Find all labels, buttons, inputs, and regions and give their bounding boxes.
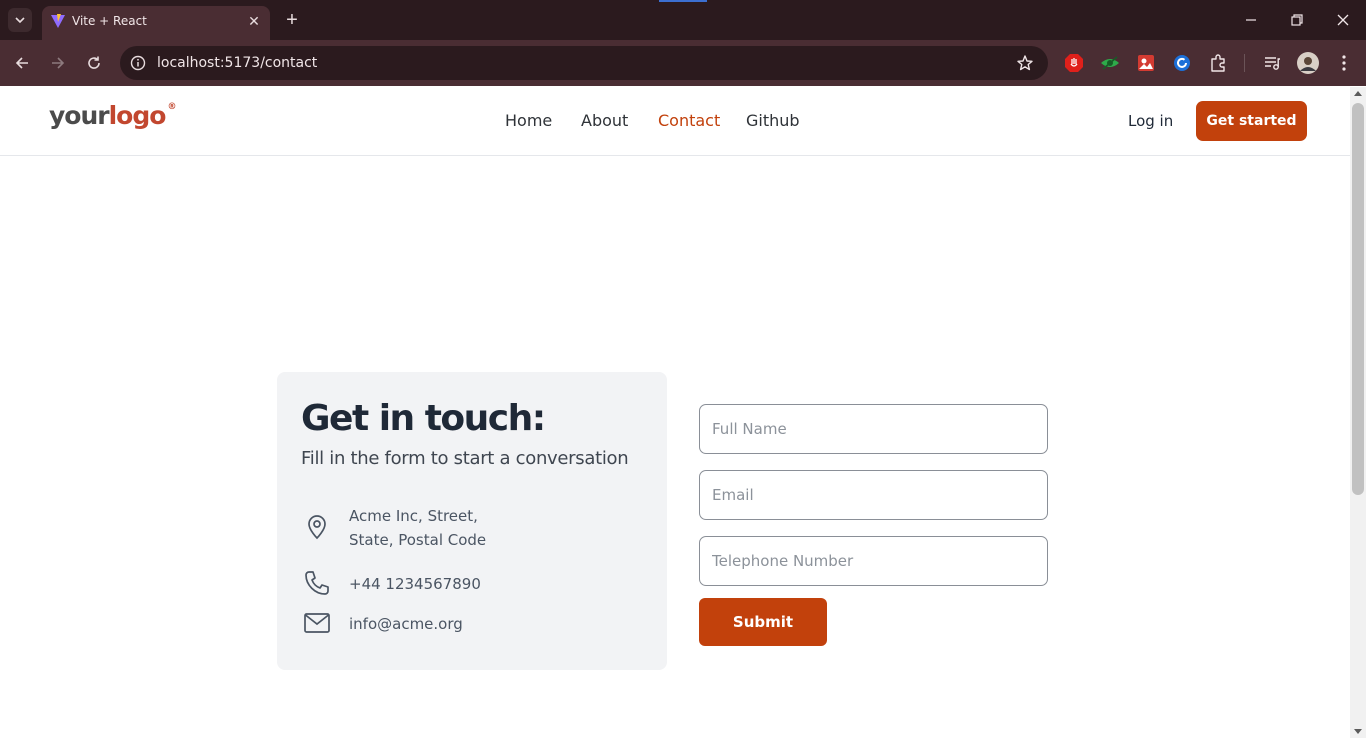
mail-icon <box>304 613 330 633</box>
address-line-2: State, Postal Code <box>349 531 487 549</box>
map-pin-icon <box>308 515 326 540</box>
login-link[interactable]: Log in <box>1128 112 1173 130</box>
scroll-up-arrow-icon[interactable] <box>1354 91 1362 96</box>
full-name-input[interactable] <box>699 404 1048 454</box>
reload-button[interactable] <box>83 52 105 74</box>
back-button[interactable] <box>11 52 33 74</box>
close-window-icon[interactable] <box>1333 10 1353 30</box>
site-logo[interactable]: yourlogo ® <box>49 101 176 130</box>
reload-icon <box>88 56 100 69</box>
minimize-icon[interactable] <box>1241 10 1261 30</box>
refresh-extension-icon[interactable] <box>1172 53 1192 73</box>
logo-registered-mark: ® <box>167 101 176 112</box>
url-text[interactable]: localhost:5173/contact <box>157 55 317 71</box>
web-page: yourlogo ® Home About Contact Github Log … <box>0 87 1350 738</box>
arrow-right-icon <box>52 57 65 69</box>
email-input[interactable] <box>699 470 1048 520</box>
vite-logo-icon <box>51 14 65 28</box>
tab-strip-accent <box>659 0 707 2</box>
address-bar[interactable]: localhost:5173/contact <box>120 46 1048 80</box>
contact-info-card: Get in touch: Fill in the form to start … <box>277 372 667 670</box>
arrow-left-icon <box>15 57 28 69</box>
contact-title: Get in touch: <box>301 398 546 439</box>
page-scrollbar[interactable] <box>1350 87 1366 738</box>
close-tab-icon[interactable]: ✕ <box>246 13 262 29</box>
site-header: yourlogo ® Home About Contact Github Log … <box>0 87 1350 156</box>
eye-extension-icon[interactable] <box>1100 53 1120 73</box>
telephone-input[interactable] <box>699 536 1048 586</box>
new-tab-icon[interactable]: + <box>282 10 302 30</box>
site-info-icon[interactable] <box>128 53 148 73</box>
picture-extension-icon[interactable] <box>1136 53 1156 73</box>
submit-button[interactable]: Submit <box>699 598 827 646</box>
phone-text: +44 1234567890 <box>349 575 481 593</box>
get-started-button[interactable]: Get started <box>1196 101 1307 141</box>
toolbar-divider <box>1244 54 1245 72</box>
tab-title: Vite + React <box>72 14 147 28</box>
nav-home[interactable]: Home <box>505 111 552 130</box>
nav-github[interactable]: Github <box>746 111 800 130</box>
nav-about[interactable]: About <box>581 111 628 130</box>
profile-avatar[interactable] <box>1297 52 1319 74</box>
address-text: Acme Inc, Street, State, Postal Code <box>349 504 486 552</box>
forward-button[interactable] <box>47 52 69 74</box>
tab-search-button[interactable] <box>8 8 32 32</box>
nav-contact[interactable]: Contact <box>658 111 720 130</box>
extensions-puzzle-icon[interactable] <box>1208 53 1228 73</box>
media-controls-icon[interactable] <box>1262 53 1282 73</box>
logo-text-your: your <box>49 101 110 130</box>
email-text[interactable]: info@acme.org <box>349 612 463 636</box>
logo-text-logo: logo <box>108 101 167 130</box>
more-menu-icon[interactable] <box>1334 53 1354 73</box>
scroll-down-arrow-icon[interactable] <box>1354 729 1362 734</box>
scrollbar-thumb[interactable] <box>1352 103 1364 495</box>
phone-icon <box>305 571 329 595</box>
adblock-extension-icon[interactable] <box>1064 53 1084 73</box>
address-line-1: Acme Inc, Street, <box>349 507 478 525</box>
chevron-down-icon <box>15 17 25 24</box>
bookmark-star-icon[interactable] <box>1016 54 1034 72</box>
browser-tab[interactable]: Vite + React ✕ <box>42 6 270 40</box>
restore-icon[interactable] <box>1287 10 1307 30</box>
browser-tab-strip: Vite + React ✕ + <box>0 0 1366 40</box>
browser-toolbar: localhost:5173/contact <box>0 40 1366 86</box>
contact-subtitle: Fill in the form to start a conversation <box>301 448 629 469</box>
